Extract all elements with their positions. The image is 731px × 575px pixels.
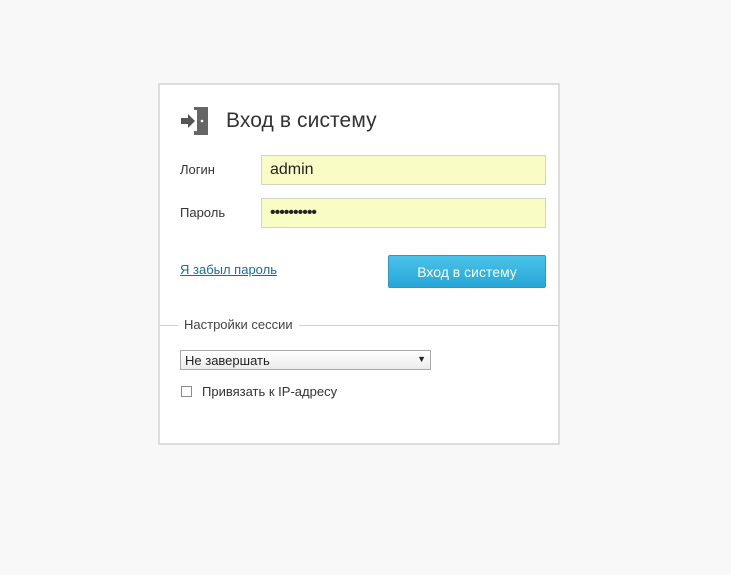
forgot-password-link[interactable]: Я забыл пароль: [180, 262, 277, 277]
login-header: Вход в систему: [180, 103, 377, 139]
login-input[interactable]: [261, 155, 546, 185]
login-panel: Вход в систему Логин Пароль Я забыл паро…: [158, 83, 560, 445]
ip-bind-label: Привязать к IP-адресу: [202, 383, 338, 399]
session-timeout-select[interactable]: Не завершать ▼: [180, 350, 431, 370]
sign-in-icon: [180, 105, 210, 137]
dropdown-arrow-icon: ▼: [417, 354, 426, 364]
login-button[interactable]: Вход в систему: [388, 255, 546, 288]
password-input[interactable]: [261, 198, 546, 228]
password-row: Пароль: [180, 198, 546, 228]
session-settings-legend: Настройки сессии: [178, 317, 299, 332]
ip-bind-checkbox[interactable]: [181, 385, 192, 397]
session-timeout-value: Не завершать: [185, 353, 270, 368]
password-label: Пароль: [180, 205, 226, 220]
login-label: Логин: [180, 162, 215, 177]
login-row: Логин: [180, 155, 546, 185]
ip-bind-option[interactable]: Привязать к IP-адресу: [180, 383, 337, 399]
page-title: Вход в систему: [226, 109, 377, 132]
